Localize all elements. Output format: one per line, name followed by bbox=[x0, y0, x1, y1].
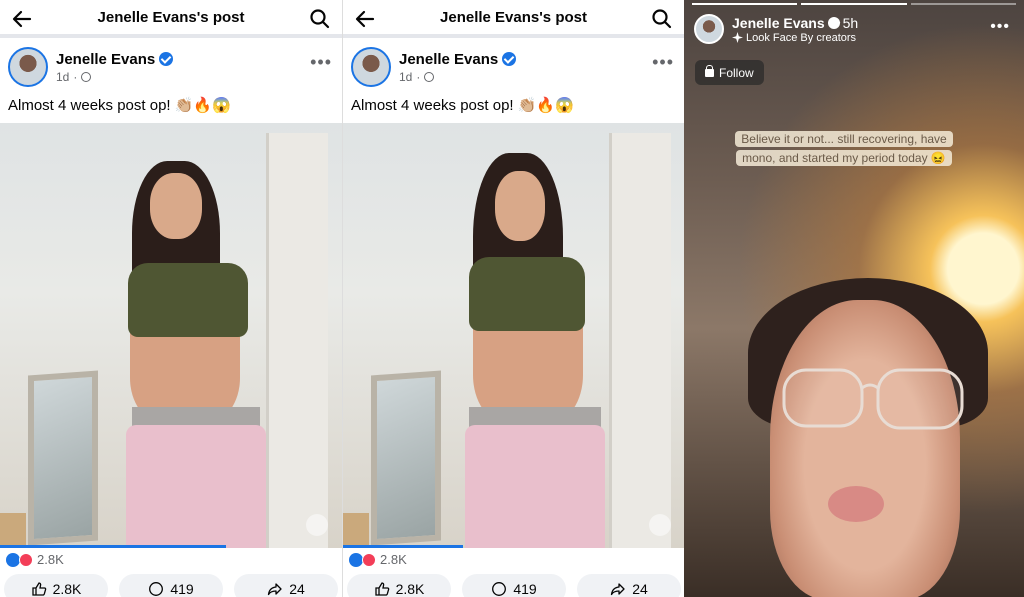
story-caption: Believe it or not... still recovering, h… bbox=[724, 130, 964, 168]
post-caption: Almost 4 weeks post op! 👏🏼🔥😱 bbox=[351, 97, 574, 114]
share-count: 24 bbox=[632, 581, 648, 597]
share-icon bbox=[611, 583, 625, 596]
mute-icon[interactable] bbox=[649, 514, 671, 536]
share-icon bbox=[268, 583, 282, 596]
top-bar: Jenelle Evans's post bbox=[343, 0, 684, 38]
video-person bbox=[70, 153, 290, 548]
story-person-face bbox=[770, 300, 960, 597]
post-header: Jenelle Evans 1d · ••• bbox=[0, 38, 342, 96]
post-meta: 1d · bbox=[56, 70, 173, 84]
like-reaction-icon bbox=[6, 552, 20, 567]
page-title: Jenelle Evans's post bbox=[440, 8, 587, 26]
comment-button[interactable]: 419 bbox=[119, 574, 223, 597]
reaction-count: 2.8K bbox=[380, 552, 407, 567]
action-bar: 2.8K 419 24 bbox=[343, 574, 684, 597]
more-icon[interactable]: ••• bbox=[310, 52, 332, 73]
search-icon[interactable] bbox=[650, 7, 674, 31]
back-arrow-icon[interactable] bbox=[353, 7, 377, 31]
video-person bbox=[433, 153, 653, 548]
comment-icon bbox=[149, 582, 164, 596]
author-name-label[interactable]: Jenelle Evans bbox=[399, 51, 498, 68]
share-button[interactable]: 24 bbox=[577, 574, 681, 597]
story-person-lips bbox=[828, 486, 884, 522]
comment-icon bbox=[492, 582, 507, 596]
thumbs-up-icon bbox=[374, 582, 389, 596]
lock-icon bbox=[705, 64, 714, 77]
story-segment bbox=[801, 3, 907, 5]
reaction-summary[interactable]: 2.8K bbox=[6, 552, 64, 567]
verified-badge-icon bbox=[159, 52, 174, 66]
post-time[interactable]: 1d bbox=[56, 70, 69, 84]
video-scene-cabinet bbox=[0, 513, 26, 548]
author-name-label[interactable]: Jenelle Evans bbox=[56, 51, 155, 68]
story-effect-label: Look Face By creators bbox=[746, 31, 857, 44]
meta-separator: · bbox=[73, 69, 78, 84]
top-bar: Jenelle Evans's post bbox=[0, 0, 342, 38]
reaction-summary[interactable]: 2.8K bbox=[349, 552, 407, 567]
video-progress-bar[interactable] bbox=[343, 545, 463, 548]
like-reaction-icon bbox=[349, 552, 363, 567]
avatar[interactable] bbox=[694, 14, 724, 44]
story-person-glasses bbox=[782, 368, 964, 430]
like-count: 2.8K bbox=[52, 581, 82, 597]
story-segment bbox=[692, 3, 798, 5]
post-header: Jenelle Evans 1d · ••• bbox=[343, 38, 684, 96]
back-arrow-icon[interactable] bbox=[10, 7, 34, 31]
video-progress-bar[interactable] bbox=[0, 545, 226, 548]
verified-badge-icon bbox=[502, 52, 517, 66]
story-progress-bar bbox=[692, 3, 1016, 5]
like-button[interactable]: 2.8K bbox=[347, 574, 451, 597]
like-count: 2.8K bbox=[395, 581, 425, 597]
mute-icon[interactable] bbox=[306, 514, 328, 536]
post-panel-1: Jenelle Evans's post Jenelle Evans 1d · … bbox=[0, 0, 342, 597]
story-segment bbox=[910, 3, 1016, 5]
post-time[interactable]: 1d bbox=[399, 70, 412, 84]
more-icon[interactable]: ••• bbox=[990, 18, 1010, 36]
post-meta: 1d · bbox=[399, 70, 516, 84]
thumbs-up-icon bbox=[31, 582, 46, 596]
page-title: Jenelle Evans's post bbox=[97, 8, 245, 26]
more-icon[interactable]: ••• bbox=[652, 52, 674, 73]
share-button[interactable]: 24 bbox=[234, 574, 338, 597]
verified-badge-icon bbox=[827, 16, 840, 29]
reaction-count: 2.8K bbox=[37, 552, 64, 567]
comment-count: 419 bbox=[513, 581, 537, 597]
like-button[interactable]: 2.8K bbox=[4, 574, 108, 597]
post-video[interactable] bbox=[0, 123, 342, 548]
author-name[interactable]: Jenelle Evans bbox=[399, 51, 517, 68]
post-caption: Almost 4 weeks post op! 👏🏼🔥😱 bbox=[8, 97, 231, 114]
avatar[interactable] bbox=[351, 47, 391, 87]
author-name[interactable]: Jenelle Evans bbox=[56, 51, 174, 68]
sparkle-icon bbox=[732, 32, 743, 43]
action-bar: 2.8K 419 24 bbox=[0, 574, 342, 597]
story-author-name[interactable]: Jenelle Evans bbox=[732, 15, 825, 31]
post-panel-2: Jenelle Evans's post Jenelle Evans 1d · … bbox=[342, 0, 684, 597]
story-panel[interactable]: Jenelle Evans 5h Look Face By creators •… bbox=[684, 0, 1024, 597]
love-reaction-icon bbox=[362, 552, 376, 567]
love-reaction-icon bbox=[19, 552, 33, 567]
globe-icon bbox=[424, 71, 435, 82]
avatar[interactable] bbox=[8, 47, 48, 87]
comment-button[interactable]: 419 bbox=[462, 574, 566, 597]
story-caption-text: Believe it or not... still recovering, h… bbox=[735, 131, 953, 166]
video-scene-cabinet bbox=[343, 513, 369, 548]
story-author[interactable]: Jenelle Evans 5h bbox=[732, 15, 858, 31]
video-scene-mirror bbox=[371, 370, 441, 546]
share-count: 24 bbox=[289, 581, 305, 597]
follow-button[interactable]: Follow bbox=[695, 60, 764, 85]
meta-separator: · bbox=[416, 69, 421, 84]
comment-count: 419 bbox=[170, 581, 194, 597]
story-effect[interactable]: Look Face By creators bbox=[732, 32, 858, 44]
post-video[interactable] bbox=[343, 123, 684, 548]
search-icon[interactable] bbox=[308, 7, 332, 31]
story-time: 5h bbox=[842, 14, 859, 31]
story-header: Jenelle Evans 5h Look Face By creators •… bbox=[694, 12, 1014, 46]
follow-label: Follow bbox=[719, 65, 754, 80]
globe-icon bbox=[81, 71, 92, 82]
